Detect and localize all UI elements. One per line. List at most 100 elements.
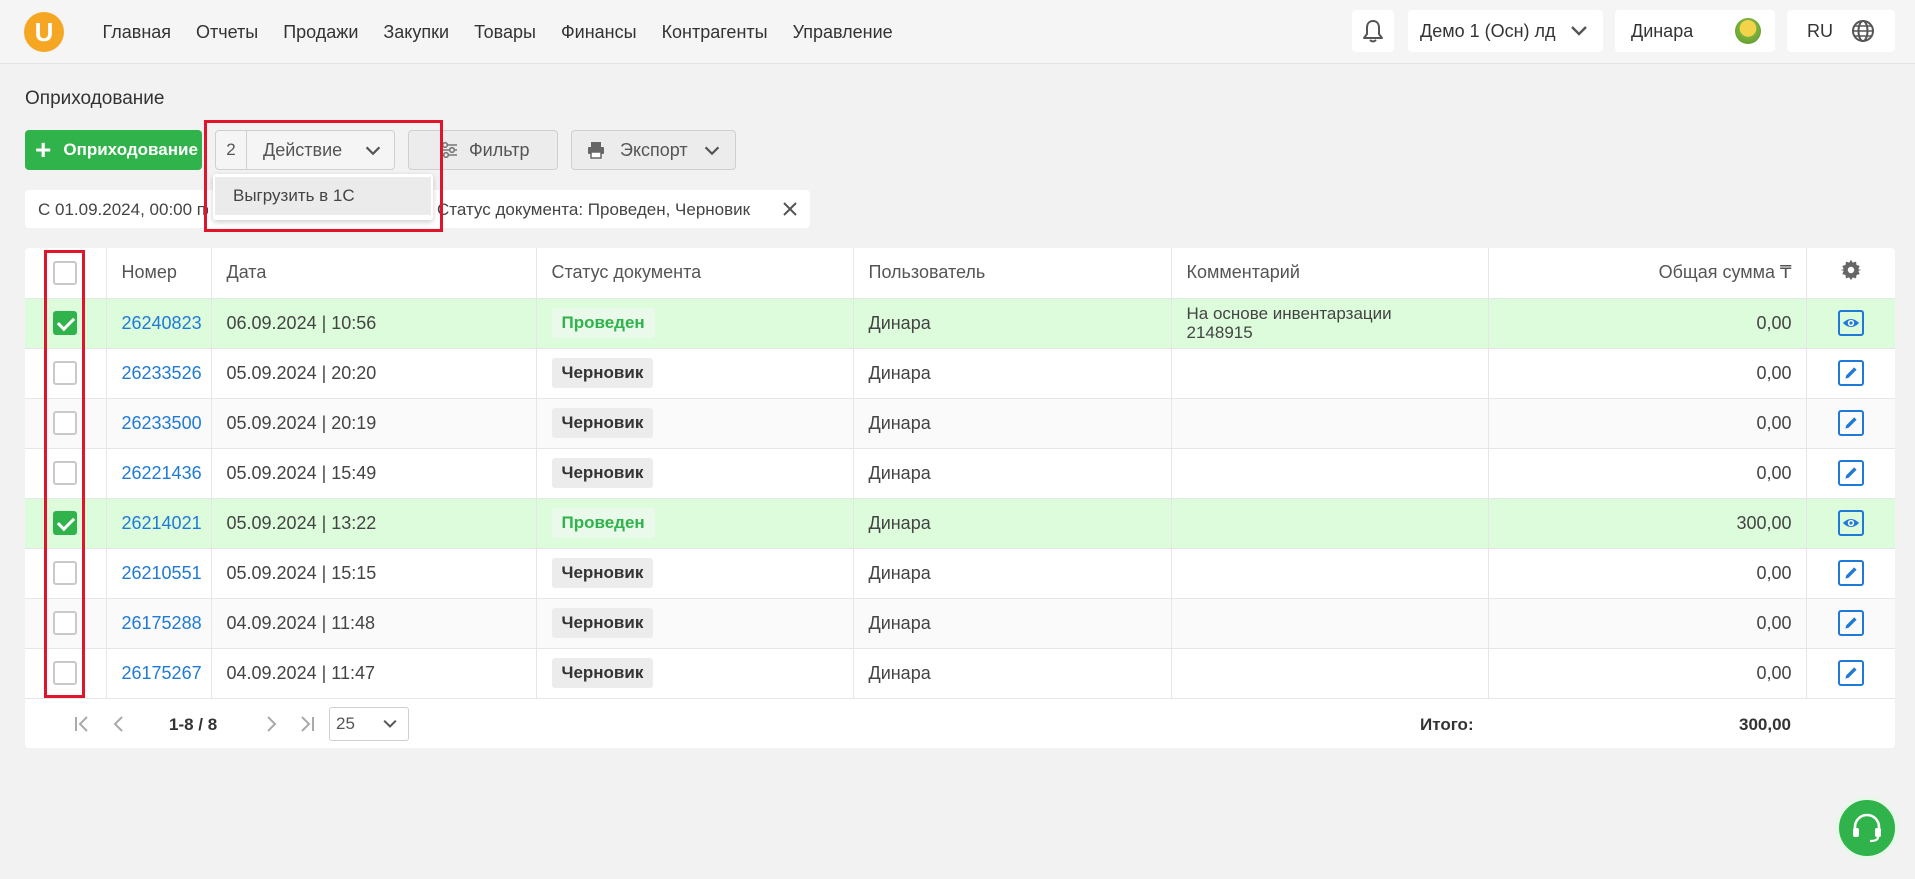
table-row[interactable]: 26240823 06.09.2024 | 10:56 Проведен Динара… xyxy=(25,298,1895,349)
row-select-cell xyxy=(25,348,107,399)
number-cell: 26240823 xyxy=(106,298,212,349)
action-dropdown[interactable]: 2 Действие xyxy=(215,130,395,170)
comment-cell: На основе инвентарзации 2148915 xyxy=(1171,298,1489,349)
avatar xyxy=(1735,18,1761,44)
row-checkbox[interactable] xyxy=(53,361,78,385)
row-checkbox[interactable] xyxy=(53,661,78,685)
nav-item-contractors[interactable]: Контрагенты xyxy=(662,22,768,43)
printer-icon xyxy=(588,142,604,159)
column-comment[interactable]: Комментарий xyxy=(1171,248,1489,299)
column-user[interactable]: Пользователь xyxy=(853,248,1172,299)
view-button[interactable] xyxy=(1837,510,1864,536)
edit-button[interactable] xyxy=(1837,410,1864,436)
table-row[interactable]: 26214021 05.09.2024 | 13:22 Проведен Динара… xyxy=(25,498,1895,549)
filter-sliders-icon xyxy=(441,141,457,159)
language-selector[interactable]: RU xyxy=(1787,10,1895,52)
nav-item-reports[interactable]: Отчеты xyxy=(196,22,258,43)
column-status[interactable]: Статус документа xyxy=(536,248,854,299)
gear-icon[interactable] xyxy=(1840,259,1862,281)
view-button[interactable] xyxy=(1837,310,1864,336)
status-badge: Черновик xyxy=(551,458,654,488)
row-checkbox[interactable] xyxy=(53,511,78,535)
document-number-link[interactable]: 26214021 xyxy=(122,513,202,533)
total-value: 300,00 xyxy=(1739,715,1791,734)
page-range: 1-8 / 8 xyxy=(169,715,218,734)
status-badge: Черновик xyxy=(551,358,654,388)
table-row[interactable]: 26221436 05.09.2024 | 15:49 Черновик Динара… xyxy=(25,448,1895,499)
row-checkbox[interactable] xyxy=(53,411,78,435)
page-title: Оприходование xyxy=(25,88,165,109)
number-cell: 26175267 xyxy=(106,648,212,699)
comment-cell xyxy=(1171,648,1489,699)
language-code: RU xyxy=(1807,20,1833,41)
table-row[interactable]: 26175288 04.09.2024 | 11:48 Черновик Динара… xyxy=(25,598,1895,649)
select-all-checkbox[interactable] xyxy=(53,260,78,285)
column-date[interactable]: Дата xyxy=(211,248,537,299)
edit-button[interactable] xyxy=(1837,560,1864,586)
close-icon[interactable] xyxy=(781,200,799,218)
export-button[interactable]: Экспорт xyxy=(571,130,736,170)
document-number-link[interactable]: 26233526 xyxy=(122,363,202,383)
menu-item-export-1c[interactable]: Выгрузить в 1С xyxy=(215,177,431,215)
nav-item-finance[interactable]: Финансы xyxy=(561,22,637,43)
row-action-cell xyxy=(1806,598,1895,649)
document-number-link[interactable]: 26233500 xyxy=(122,413,202,433)
table-row[interactable]: 26175267 04.09.2024 | 11:47 Черновик Динара… xyxy=(25,648,1895,699)
comment-cell xyxy=(1171,448,1489,499)
nav-item-products[interactable]: Товары xyxy=(474,22,536,43)
table-row[interactable]: 26210551 05.09.2024 | 15:15 Черновик Динара… xyxy=(25,548,1895,599)
total-cell: 0,00 xyxy=(1488,348,1807,399)
edit-button[interactable] xyxy=(1837,610,1864,636)
edit-button[interactable] xyxy=(1837,660,1864,686)
column-number[interactable]: Номер xyxy=(106,248,212,299)
row-checkbox[interactable] xyxy=(53,611,78,635)
nav-item-home[interactable]: Главная xyxy=(103,22,172,43)
notifications-button[interactable] xyxy=(1352,10,1394,52)
row-checkbox[interactable] xyxy=(53,561,78,585)
row-select-cell xyxy=(25,398,107,449)
user-menu[interactable]: Динара xyxy=(1615,10,1775,52)
date-cell: 05.09.2024 | 15:49 xyxy=(211,448,537,499)
document-number-link[interactable]: 26240823 xyxy=(122,313,202,333)
row-action-cell xyxy=(1806,348,1895,399)
add-receipt-button[interactable]: + Оприходование xyxy=(25,130,202,170)
document-number-link[interactable]: 26221436 xyxy=(122,463,202,483)
receipts-table: Номер Дата Статус документа Пользователь… xyxy=(25,248,1895,699)
column-settings[interactable] xyxy=(1806,248,1895,299)
date-cell: 05.09.2024 | 20:20 xyxy=(211,348,537,399)
support-chat-button[interactable] xyxy=(1835,796,1899,860)
number-cell: 26210551 xyxy=(106,548,212,599)
comment-cell xyxy=(1171,398,1489,449)
filter-date-range: С 01.09.2024, 00:00 по xyxy=(38,200,208,219)
document-number-link[interactable]: 26175288 xyxy=(122,613,202,633)
page-size-select[interactable]: 25 xyxy=(329,707,409,741)
company-selector[interactable]: Демо 1 (Осн) лд xyxy=(1408,10,1603,52)
nav-item-sales[interactable]: Продажи xyxy=(283,22,358,43)
status-cell: Черновик xyxy=(536,398,854,449)
first-page-icon[interactable] xyxy=(72,714,92,734)
edit-button[interactable] xyxy=(1837,460,1864,486)
row-checkbox[interactable] xyxy=(53,311,78,335)
nav-item-purchases[interactable]: Закупки xyxy=(383,22,449,43)
nav-item-management[interactable]: Управление xyxy=(793,22,893,43)
table-row[interactable]: 26233526 05.09.2024 | 20:20 Черновик Динара… xyxy=(25,348,1895,399)
comment-text: На основе инвентарзации 2148915 xyxy=(1186,304,1392,342)
globe-icon xyxy=(1852,20,1874,42)
table-row[interactable]: 26233500 05.09.2024 | 20:19 Черновик Динара… xyxy=(25,398,1895,449)
row-action-cell xyxy=(1806,548,1895,599)
row-checkbox[interactable] xyxy=(53,461,78,485)
plus-icon: + xyxy=(35,134,52,165)
prev-page-icon[interactable] xyxy=(109,714,129,734)
next-page-icon[interactable] xyxy=(261,714,281,734)
user-cell: Динара xyxy=(853,298,1172,349)
app-logo[interactable]: U xyxy=(24,12,64,52)
document-number-link[interactable]: 26210551 xyxy=(122,563,202,583)
column-total[interactable]: Общая сумма ₸ xyxy=(1488,248,1807,299)
document-number-link[interactable]: 26175267 xyxy=(122,663,202,683)
date-cell: 05.09.2024 | 15:15 xyxy=(211,548,537,599)
pencil-icon xyxy=(1845,367,1857,379)
edit-button[interactable] xyxy=(1837,360,1864,386)
last-page-icon[interactable] xyxy=(297,714,317,734)
filter-button[interactable]: Фильтр xyxy=(408,130,558,170)
status-badge: Черновик xyxy=(551,558,654,588)
